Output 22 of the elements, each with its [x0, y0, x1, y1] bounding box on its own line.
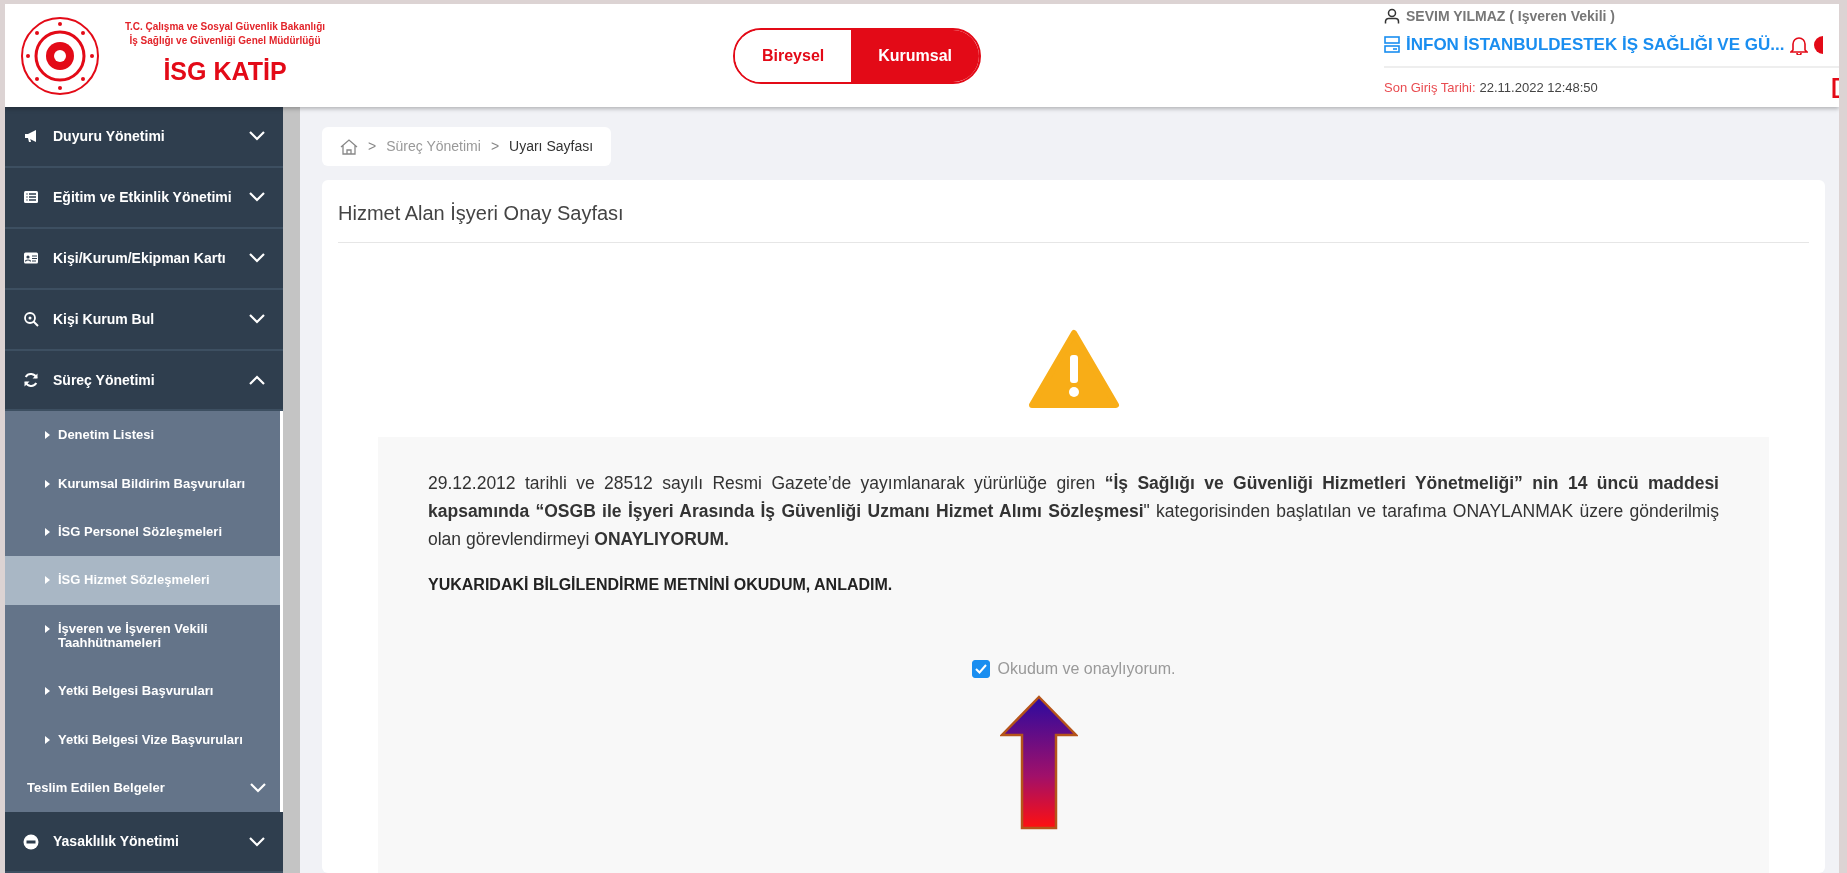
ministry-name: T.C. Çalışma ve Sosyal Güvenlik Bakanlığı İş Sağlığı ve Güvenliği Genel Müdürlüğü	[123, 20, 327, 48]
submenu-item[interactable]: İşveren ve İşveren Vekili Taahhütnameleri	[5, 604, 280, 668]
notice-paragraph: 29.12.2012 tarihli ve 28512 sayılı Resmi Gazete’de yayımlanarak yürürlüğe giren “İş Sağlığı ve Güvenliği Hizmetleri Yönetmeliği” nin 14 üncü maddesi kapsamında “OSGB ile İşyeri Arasında İş Güvenliği Uzmanı Hizmet Alımı Sözleşmesi" kategorisinden başlatılan ve tarafıma ONAYLANMAK üzere gönderilmiş olan görevlendirmeyi ONAYLIYORUM.	[428, 472, 1719, 551]
breadcrumb-current: Uyarı Sayfası	[509, 137, 594, 156]
breadcrumb-separator: >	[490, 137, 500, 156]
app-title: İSG KATİP	[162, 56, 288, 88]
user-name: SEVIM YILMAZ ( Işveren Vekili )	[1406, 6, 1616, 26]
submenu-item[interactable]: Yetki Belgesi Vize Başvuruları	[5, 715, 280, 764]
submenu-item[interactable]: Yetki Belgesi Başvuruları	[5, 667, 280, 716]
last-login-date: 22.11.2022 12:48:50	[1479, 78, 1598, 97]
page-title: Hizmet Alan İşyeri Onay Sayfası	[338, 180, 1809, 243]
last-login-label: Son Giriş Tarihi:	[1384, 78, 1476, 97]
submenu-item[interactable]: İSG Personel Sözleşmeleri	[5, 508, 280, 557]
consent-label: Okudum ve onaylıyorum.	[997, 659, 1176, 679]
breadcrumb-link[interactable]: Süreç Yönetimi	[386, 136, 481, 157]
breadcrumb-separator: >	[368, 137, 377, 156]
submenu-group[interactable]: Teslim Edilen Belgeler	[5, 763, 280, 813]
company-link[interactable]: İNFON İSTANBULDESTEK İŞ SAĞLIĞI VE GÜ...	[1406, 32, 1785, 58]
submenu-item[interactable]: Kurumsal Bildirim Başvuruları	[5, 459, 280, 509]
mode-tab[interactable]: Kurumsal	[851, 29, 980, 82]
notice-statement: YUKARIDAKİ BİLGİLENDİRME METNİNİ OKUDUM, ANLADIM.	[428, 575, 894, 595]
submenu-item[interactable]: Denetim Listesi	[5, 411, 280, 460]
